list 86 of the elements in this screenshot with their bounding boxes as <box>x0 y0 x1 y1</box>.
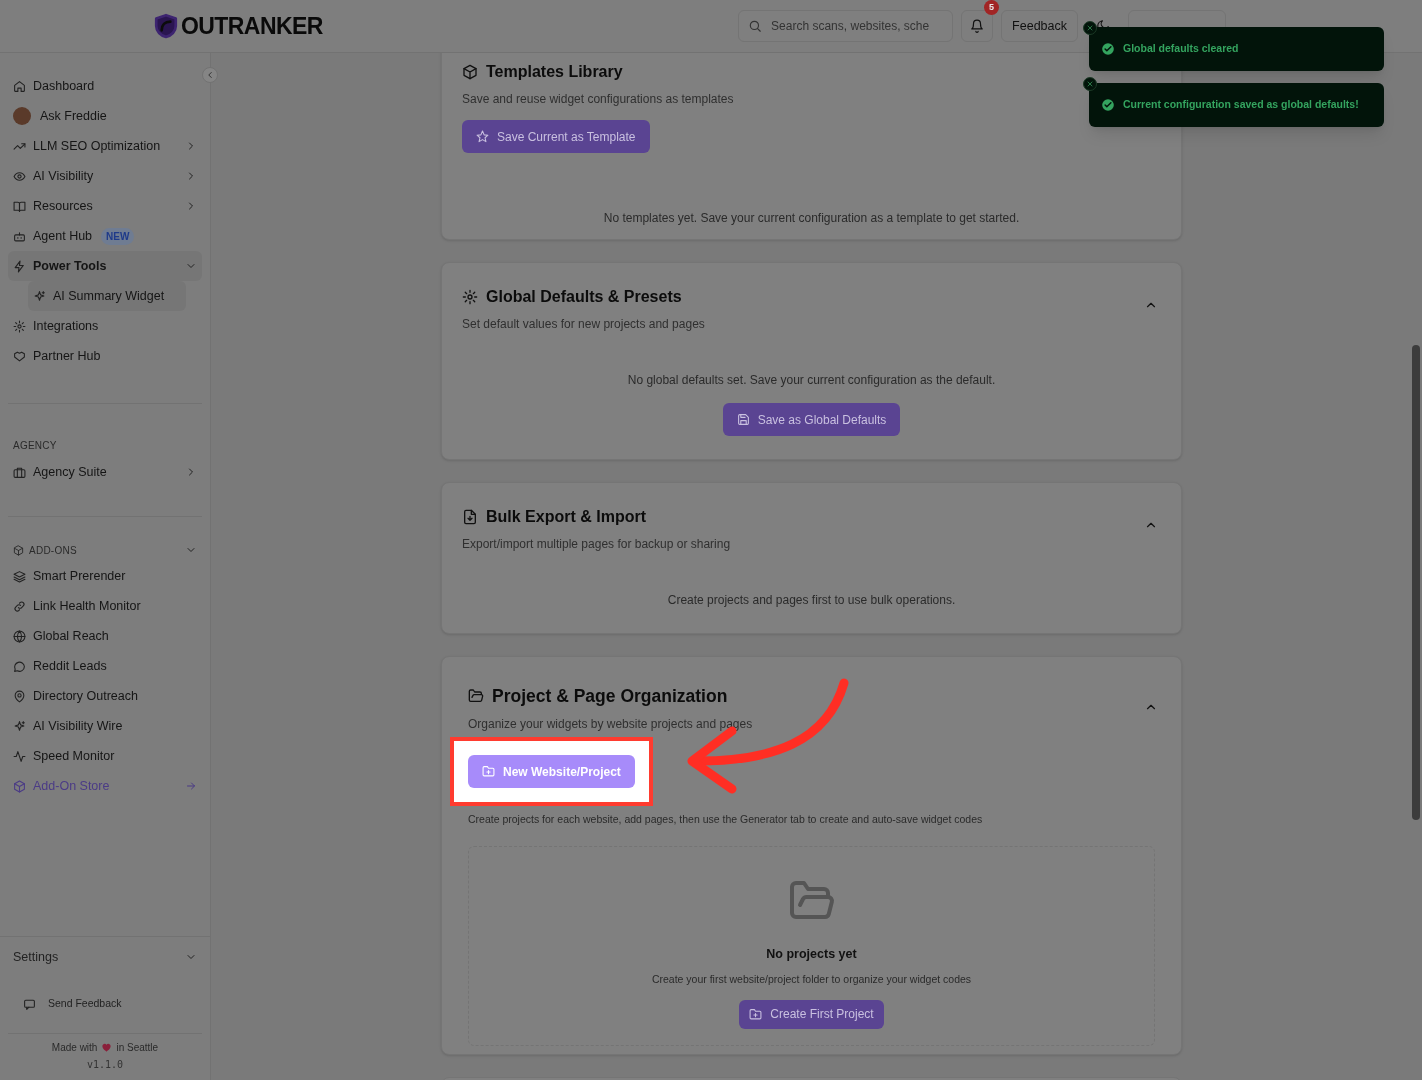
sidebar-item[interactable]: Link Health Monitor <box>8 591 202 621</box>
send-feedback-link[interactable]: Send Feedback <box>8 989 202 1019</box>
toast-message: Global defaults cleared <box>1123 41 1239 57</box>
save-defaults-button[interactable]: Save as Global Defaults <box>722 403 901 436</box>
bell-icon <box>970 19 985 33</box>
link-icon <box>13 599 26 613</box>
home-icon <box>13 79 26 93</box>
pulse-icon <box>13 749 26 763</box>
settings-toggle[interactable]: Settings <box>8 937 202 977</box>
card-subtitle: Save and reuse widget configurations as templates <box>462 91 734 108</box>
folder-plus-icon <box>749 1007 763 1021</box>
sidebar-item[interactable]: Reddit Leads <box>8 651 202 681</box>
card-subtitle: Export/import multiple pages for backup or sharing <box>462 536 731 553</box>
card-subtitle: Organize your widgets by website projects and pages <box>468 716 753 734</box>
sidebar-item[interactable]: Power Tools <box>8 251 202 281</box>
sidebar-subitem[interactable]: AI Summary Widget <box>28 281 186 311</box>
sparkle-icon <box>33 289 46 303</box>
heart-icon <box>101 1042 113 1053</box>
check-circle-icon <box>1101 42 1115 56</box>
close-icon <box>1086 80 1094 88</box>
empty-message: No global defaults set. Save your current configuration as the default. <box>627 372 996 389</box>
book-icon <box>13 199 26 213</box>
globe-icon <box>13 629 26 643</box>
eye-icon <box>13 169 26 183</box>
empty-state-text: Create your first website/project folder to organize your widget codes <box>651 971 972 987</box>
sidebar-item[interactable]: Speed Monitor <box>8 741 202 771</box>
chevron-left-icon <box>205 70 215 80</box>
package-icon <box>13 544 24 556</box>
briefcase-icon <box>13 465 26 479</box>
sidebar-item[interactable]: Resources <box>8 191 202 221</box>
sidebar-item[interactable]: Smart Prerender <box>8 561 202 591</box>
credit-text: Made with <box>51 1041 98 1055</box>
sidebar-item[interactable]: LLM SEO Optimization <box>8 131 202 161</box>
lightning-icon <box>13 259 26 273</box>
sidebar-item[interactable]: Global Reach <box>8 621 202 651</box>
search-field[interactable]: Search scans, websites, sche <box>738 10 954 42</box>
sidebar-item[interactable]: Directory Outreach <box>8 681 202 711</box>
message-icon <box>23 997 36 1011</box>
file-download-icon <box>462 509 478 525</box>
folder-icon <box>468 688 484 705</box>
card-title: Templates Library <box>486 62 623 82</box>
check-circle-icon <box>1101 98 1115 112</box>
empty-message: No templates yet. Save your current configuration as a template to get started. <box>603 210 1020 227</box>
version-label: v1.1.0 <box>85 1058 125 1072</box>
package-icon <box>462 64 478 80</box>
shield-logo-icon <box>153 12 179 40</box>
section-heading: AGENCY <box>12 439 58 453</box>
new-project-button[interactable]: New Website/Project <box>468 755 635 789</box>
card-title: Global Defaults & Presets <box>486 287 682 307</box>
sidebar-item[interactable]: AI Visibility <box>8 161 202 191</box>
add-on-store-link[interactable]: Add-On Store <box>8 771 202 801</box>
map-pin-icon <box>13 689 26 703</box>
sparkle-icon <box>13 719 26 733</box>
star-icon <box>476 130 489 143</box>
create-project-button[interactable]: Create First Project <box>739 999 884 1029</box>
sidebar-item[interactable]: Integrations <box>8 311 202 341</box>
save-template-button[interactable]: Save Current as Template <box>462 120 650 153</box>
robot-icon <box>13 229 26 243</box>
sidebar-item[interactable]: AI Visibility Wire <box>8 711 202 741</box>
avatar <box>13 107 31 125</box>
sidebar-item[interactable]: Agency Suite <box>8 457 202 487</box>
card-title: Bulk Export & Import <box>486 507 646 527</box>
card-title: Project & Page Organization <box>492 685 728 708</box>
sidebar-item[interactable]: Dashboard <box>8 71 202 101</box>
section-heading: ADD-ONS <box>29 543 77 558</box>
sidebar-item[interactable]: Agent Hub NEW <box>8 221 202 251</box>
notification-count: 5 <box>984 0 1000 15</box>
layers-icon <box>13 569 26 583</box>
scrollbar-thumb[interactable] <box>1412 345 1420 820</box>
sidebar-item[interactable]: Partner Hub <box>8 341 202 371</box>
logo-wordmark: OUTRANKER <box>181 11 323 41</box>
arrow-right-icon <box>185 780 197 792</box>
package-icon <box>13 779 26 793</box>
help-text: Create projects for each website, add pages, then use the Generator tab to create and auto-save widget codes <box>468 812 983 828</box>
new-badge: NEW <box>101 227 135 245</box>
empty-state-title: No projects yet <box>766 946 857 963</box>
sidebar-item[interactable]: Ask Freddie <box>8 101 202 131</box>
close-icon <box>1086 24 1094 32</box>
save-icon <box>736 413 750 426</box>
feedback-button[interactable]: Feedback <box>1001 10 1078 42</box>
card-subtitle: Set default values for new projects and pages <box>462 316 705 333</box>
folder-plus-icon <box>482 765 495 779</box>
chat-bubble-icon <box>13 659 26 673</box>
toast-message: Current configuration saved as global defaults! <box>1123 97 1359 113</box>
empty-message: Create projects and pages first to use bulk operations. <box>667 592 956 609</box>
credit-text: in Seattle <box>116 1041 159 1055</box>
